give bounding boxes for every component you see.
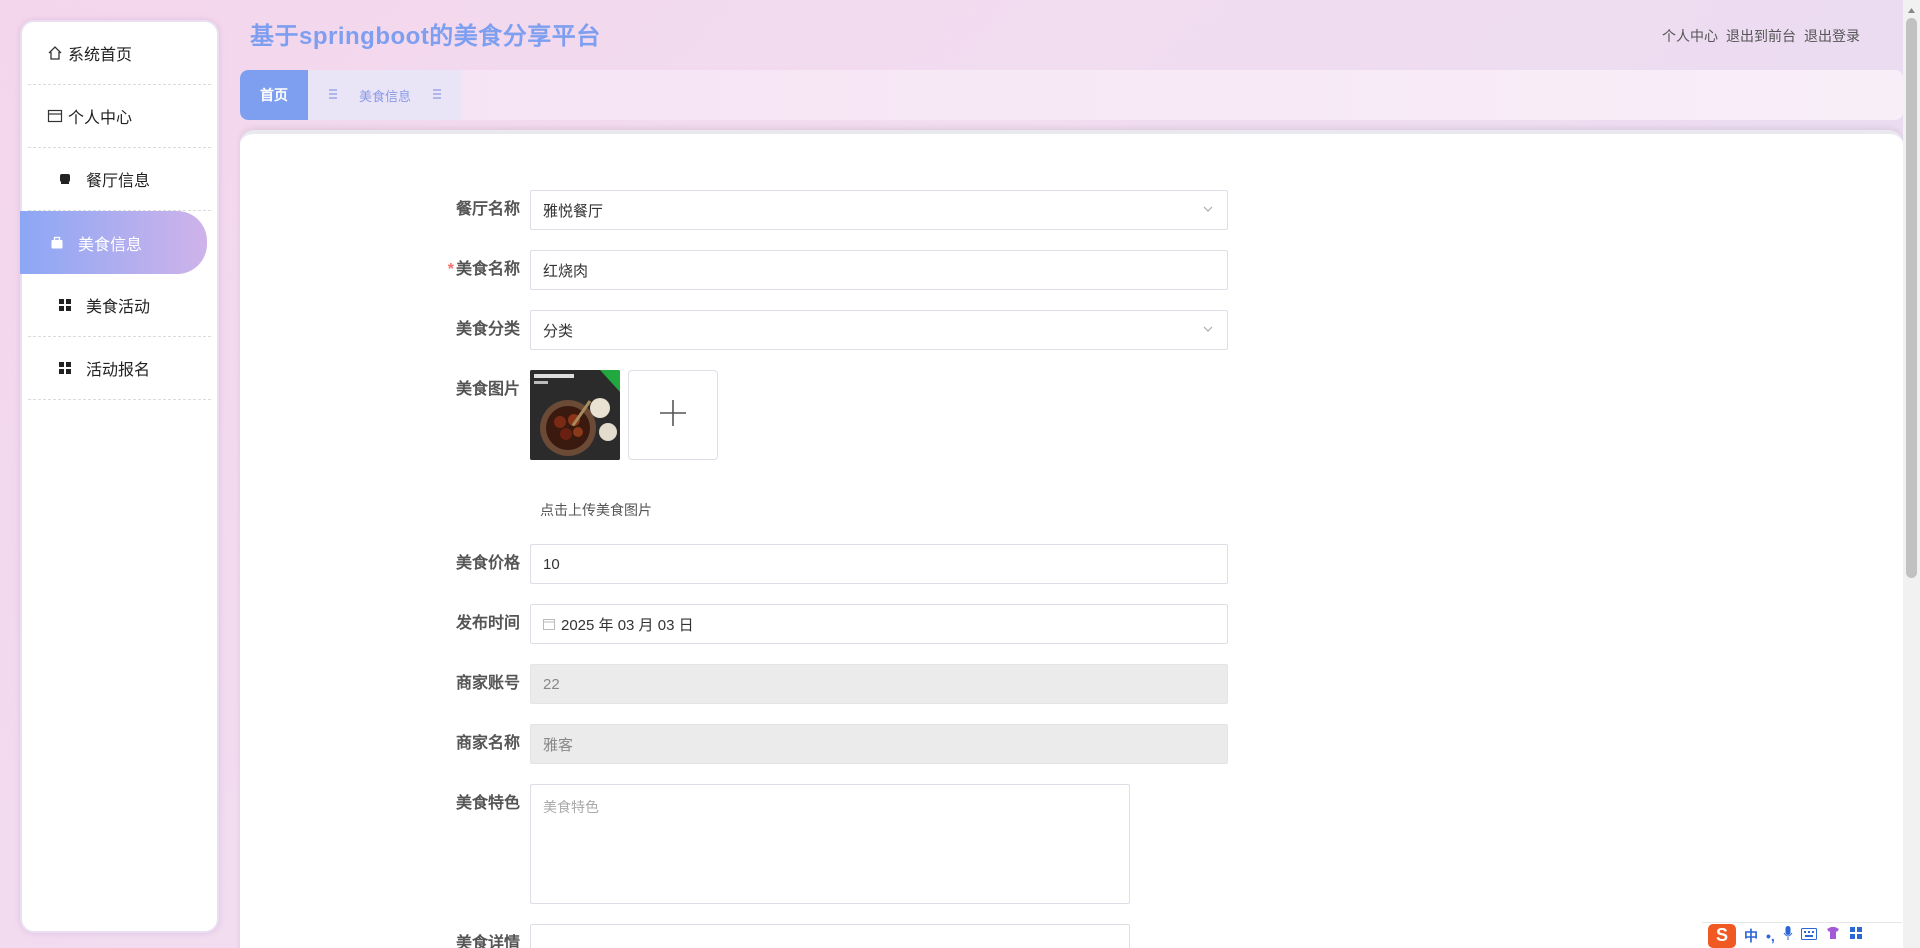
- chevron-down-icon: [1201, 202, 1215, 216]
- app-title: 基于springboot的美食分享平台: [250, 23, 601, 50]
- sidebar-item-profile[interactable]: 个人中心: [28, 85, 211, 148]
- back-to-front-link[interactable]: 退出到前台: [1726, 26, 1796, 46]
- skin-icon[interactable]: [1825, 926, 1841, 945]
- merchant-name-label: 商家名称: [455, 735, 520, 752]
- restaurant-icon: [56, 170, 74, 188]
- merchant-name-input: 雅客: [530, 724, 1228, 764]
- scroll-thumb[interactable]: [1906, 18, 1917, 578]
- logout-link[interactable]: 退出登录: [1804, 26, 1860, 46]
- form-row-merchant-name: 商家名称 雅客: [240, 724, 1228, 764]
- form-row-category: 美食分类 分类: [240, 310, 1228, 350]
- form-row-restaurant: 餐厅名称 雅悦餐厅: [240, 190, 1228, 230]
- plus-icon: [657, 397, 689, 434]
- ime-punctuation[interactable]: •,: [1766, 928, 1775, 944]
- form-row-image: 美食图片: [240, 370, 718, 460]
- sidebar-item-activity-signup[interactable]: 活动报名: [28, 337, 211, 400]
- sidebar-item-label: 美食活动: [86, 299, 151, 316]
- category-select[interactable]: 分类: [530, 310, 1228, 350]
- header-links: 个人中心 退出到前台 退出登录: [1662, 26, 1860, 46]
- publish-time-picker[interactable]: 2025 年 03 月 03 日: [530, 604, 1228, 644]
- detail-label: 美食详情: [455, 935, 520, 948]
- food-bag-icon: [48, 234, 66, 252]
- profile-link[interactable]: 个人中心: [1662, 26, 1718, 46]
- menu-icon: [328, 88, 337, 102]
- publish-time-value: 2025 年 03 月 03 日: [561, 616, 694, 634]
- grid-icon: [56, 296, 74, 314]
- sogou-logo-icon[interactable]: S: [1708, 923, 1736, 948]
- price-input[interactable]: 10: [530, 544, 1228, 584]
- page-scrollbar[interactable]: [1903, 0, 1920, 948]
- restaurant-select[interactable]: 雅悦餐厅: [530, 190, 1228, 230]
- detail-editor[interactable]: [530, 924, 1130, 948]
- microphone-icon[interactable]: [1783, 925, 1793, 946]
- category-label: 美食分类: [455, 321, 520, 338]
- sidebar-item-food-info[interactable]: 美食信息: [20, 211, 207, 274]
- publish-time-label: 发布时间: [455, 615, 520, 632]
- sidebar-item-restaurant[interactable]: 餐厅信息: [28, 148, 211, 211]
- calendar-icon: [543, 618, 555, 630]
- ime-toolbar: S 中 •,: [1702, 922, 1902, 948]
- form-row-food-name: * 美食名称 红烧肉: [240, 250, 1228, 290]
- price-label: 美食价格: [455, 555, 520, 572]
- sidebar-item-label: 餐厅信息: [86, 173, 151, 190]
- image-label: 美食图片: [455, 381, 520, 398]
- grid-icon: [56, 359, 74, 377]
- required-mark: *: [447, 261, 454, 278]
- food-image-thumbnail[interactable]: [530, 370, 620, 460]
- upload-button[interactable]: [628, 370, 718, 460]
- form-row-detail: 美食详情: [240, 924, 1130, 948]
- feature-textarea[interactable]: 美食特色: [530, 784, 1130, 904]
- scroll-up-icon[interactable]: [1906, 3, 1917, 13]
- form-row-publish-time: 发布时间 2025 年 03 月 03 日: [240, 604, 1228, 644]
- feature-placeholder: 美食特色: [543, 799, 599, 815]
- merchant-account-label: 商家账号: [455, 675, 520, 692]
- image-upload-hint: 点击上传美食图片: [540, 502, 652, 518]
- sidebar-item-label: 美食信息: [78, 236, 143, 254]
- sidebar-item-food-activity[interactable]: 美食活动: [28, 274, 211, 337]
- tabs-bar: 首页 美食信息: [240, 70, 1903, 120]
- food-name-input[interactable]: 红烧肉: [530, 250, 1228, 290]
- merchant-account-value: 22: [543, 675, 560, 693]
- form-row-price: 美食价格 10: [240, 544, 1228, 584]
- restaurant-label: 餐厅名称: [455, 201, 520, 218]
- form-row-merchant-account: 商家账号 22: [240, 664, 1228, 704]
- ime-language[interactable]: 中: [1744, 926, 1758, 946]
- chevron-down-icon: [1201, 322, 1215, 336]
- merchant-name-value: 雅客: [543, 736, 574, 754]
- home-icon: [46, 44, 64, 62]
- food-name-label: * 美食名称: [447, 261, 520, 278]
- tab-home[interactable]: 首页: [240, 70, 308, 120]
- form-row-feature: 美食特色 美食特色: [240, 784, 1130, 904]
- food-name-value: 红烧肉: [543, 262, 589, 280]
- keyboard-icon[interactable]: [1800, 927, 1817, 945]
- sidebar-item-label: 活动报名: [86, 362, 151, 379]
- restaurant-value: 雅悦餐厅: [543, 202, 604, 220]
- main-panel: 餐厅名称 雅悦餐厅 * 美食名称 红烧肉 美食分类 分类 美食图片 点击上传美食…: [240, 130, 1903, 948]
- apps-grid-icon[interactable]: [1849, 926, 1863, 945]
- sidebar: 系统首页 个人中心 餐厅信息 美食信息 美食活动 活动报名: [20, 20, 219, 933]
- sidebar-item-home[interactable]: 系统首页: [28, 22, 211, 85]
- merchant-account-input: 22: [530, 664, 1228, 704]
- sidebar-item-label: 个人中心: [68, 110, 133, 127]
- tab-food-info[interactable]: 美食信息: [308, 70, 462, 120]
- category-value: 分类: [543, 322, 574, 340]
- sidebar-item-label: 系统首页: [68, 47, 133, 64]
- image-upload-area: [530, 370, 718, 460]
- user-card-icon: [46, 107, 64, 125]
- menu-icon[interactable]: [433, 88, 441, 102]
- tab-label: 美食信息: [358, 88, 411, 104]
- feature-label: 美食特色: [455, 795, 520, 812]
- price-value: 10: [543, 555, 560, 573]
